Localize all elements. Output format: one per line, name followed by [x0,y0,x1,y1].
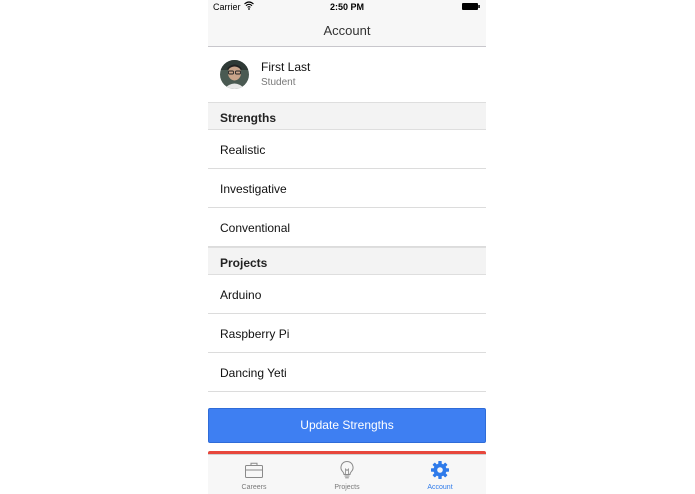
strength-row[interactable]: Realistic [208,130,486,169]
project-row[interactable]: Raspberry Pi [208,314,486,353]
section-header-projects: Projects [208,247,486,275]
list-item-label: Arduino [220,288,262,302]
tab-projects[interactable]: Projects [301,455,393,494]
project-row[interactable]: Arduino [208,275,486,314]
briefcase-icon [245,462,263,478]
phone-screen: Carrier 2:50 PM Account First Last Stude… [208,0,486,494]
list-item-label: Raspberry Pi [220,327,290,341]
update-strengths-button[interactable]: Update Strengths [208,408,486,443]
battery-icon [462,3,480,10]
clock: 2:50 PM [329,2,364,12]
section-header-label: Projects [220,256,268,270]
lightbulb-icon [340,460,354,479]
list-item-label: Conventional [220,221,291,235]
gear-icon [431,461,449,479]
project-row[interactable]: Dancing Yeti [208,353,486,392]
status-bar: Carrier 2:50 PM [208,0,486,15]
tab-label: Projects [334,484,360,491]
profile-name: First Last [261,60,311,74]
tab-careers[interactable]: Careers [208,455,300,494]
strength-row[interactable]: Investigative [208,169,486,208]
profile-row[interactable]: First Last Student [208,47,486,102]
list-item-label: Realistic [220,143,266,157]
section-header-strengths: Strengths [208,102,486,130]
list-item-label: Investigative [220,182,287,196]
avatar [220,60,249,89]
tab-bar: Careers Projects Account [208,454,486,494]
page-title: Account [323,23,371,38]
section-header-label: Strengths [220,111,277,125]
tab-label: Careers [241,484,267,491]
navigation-bar: Account [208,15,486,47]
list-item-label: Dancing Yeti [220,366,287,380]
strength-row[interactable]: Conventional [208,208,486,247]
profile-role: Student [261,77,296,88]
tab-account[interactable]: Account [394,455,486,494]
tab-label: Account [427,484,453,491]
